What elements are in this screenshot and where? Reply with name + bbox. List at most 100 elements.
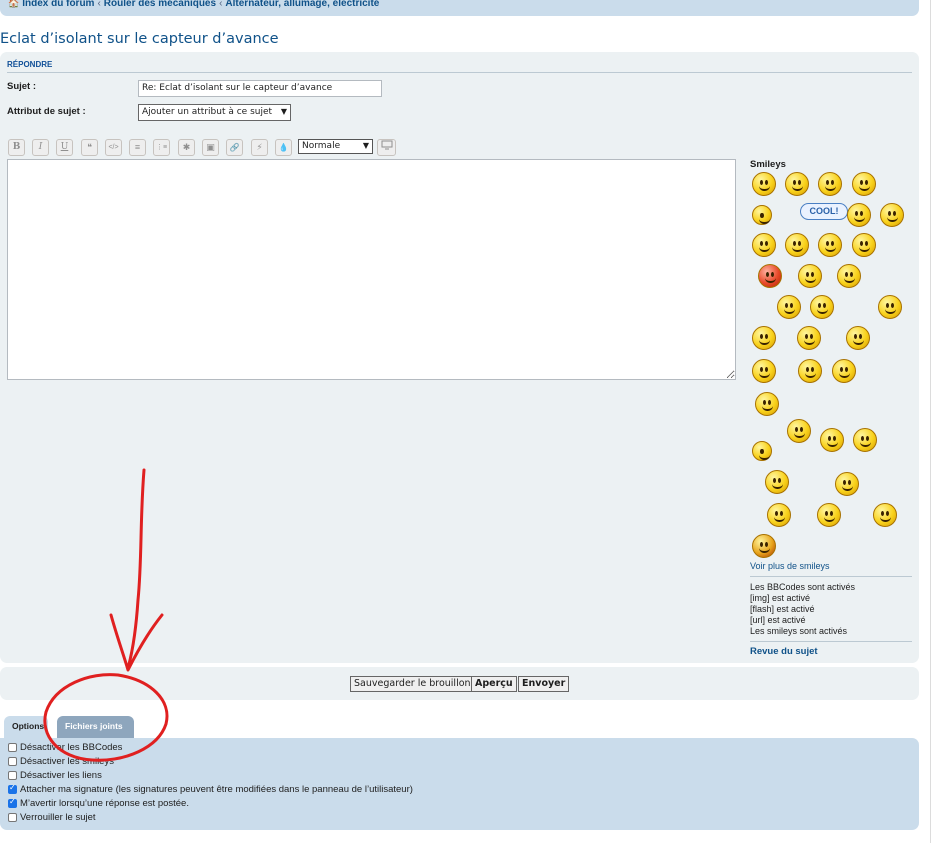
font-size-value: Normale: [302, 141, 341, 151]
font-size-select[interactable]: Normale ▼: [298, 139, 373, 154]
smiley-icon[interactable]: [755, 392, 779, 416]
numbered-list-button[interactable]: ⋮≡: [153, 139, 170, 156]
smiley-icon[interactable]: [873, 503, 897, 527]
window-edge: [930, 0, 931, 843]
option-label: Verrouiller le sujet: [20, 812, 96, 823]
topic-attribute-label: Attribut de sujet :: [7, 106, 86, 117]
quote-button[interactable]: ❝: [81, 139, 98, 156]
breadcrumb-subforum[interactable]: Alternateur, allumage, électricité: [225, 0, 379, 9]
smiley-icon[interactable]: [818, 172, 842, 196]
smiley-icon[interactable]: [852, 233, 876, 257]
smiley-icon[interactable]: [846, 326, 870, 350]
image-button[interactable]: ▣: [202, 139, 219, 156]
code-button[interactable]: </>: [105, 139, 122, 156]
breadcrumb-separator: ‹: [219, 0, 223, 9]
smiley-icon[interactable]: [852, 172, 876, 196]
smileys-status-line: Les smileys sont activés: [750, 626, 848, 636]
angel-smiley-icon[interactable]: [835, 472, 859, 496]
smiley-icon[interactable]: [777, 295, 801, 319]
smiley-icon[interactable]: [785, 233, 809, 257]
smiley-icon[interactable]: [832, 359, 856, 383]
breadcrumb-separator: ‹: [97, 0, 101, 9]
smiley-icon[interactable]: [853, 428, 877, 452]
url-status-line: [url] est activé: [750, 615, 806, 625]
shouting-smiley-icon[interactable]: [752, 534, 776, 558]
chevron-down-icon: ▼: [362, 141, 369, 150]
color-button[interactable]: 💧: [275, 139, 292, 156]
smiley-icon[interactable]: [787, 419, 811, 443]
topic-review-link[interactable]: Revue du sujet: [750, 646, 818, 657]
smiley-icon[interactable]: [752, 441, 772, 461]
flash-button[interactable]: ⚡: [251, 139, 268, 156]
smiley-icon[interactable]: [818, 233, 842, 257]
link-button[interactable]: 🔗: [226, 139, 243, 156]
more-smileys-link[interactable]: Voir plus de smileys: [750, 561, 830, 571]
section-header: RÉPONDRE: [7, 60, 912, 73]
option-disable-links[interactable]: Désactiver les liens: [8, 770, 102, 781]
smiley-icon[interactable]: [765, 470, 789, 494]
home-icon[interactable]: 🏠: [8, 0, 19, 8]
smiley-icon[interactable]: [752, 359, 776, 383]
breadcrumb-forum[interactable]: Rouler des mécaniques: [104, 0, 216, 9]
smiley-icon[interactable]: [767, 503, 791, 527]
img-status-line: [img] est activé: [750, 593, 811, 603]
underline-button[interactable]: U: [56, 139, 73, 156]
angry-smiley-icon[interactable]: [758, 264, 782, 288]
message-textarea[interactable]: [7, 159, 736, 380]
topic-attribute-value: Ajouter un attribut à ce sujet: [142, 107, 273, 117]
smiley-icon[interactable]: [752, 233, 776, 257]
monitor-icon[interactable]: [377, 139, 396, 156]
checkbox[interactable]: [8, 743, 17, 752]
divider: [750, 641, 912, 642]
smiley-icon[interactable]: [752, 172, 776, 196]
smiley-icon[interactable]: [837, 264, 861, 288]
option-label: Désactiver les liens: [20, 770, 102, 781]
smiley-icon[interactable]: [878, 295, 902, 319]
list-button[interactable]: ≡: [129, 139, 146, 156]
divider: [750, 576, 912, 577]
checkbox[interactable]: [8, 757, 17, 766]
save-draft-button[interactable]: Sauvegarder le brouillon: [350, 676, 475, 692]
smiley-icon[interactable]: [785, 172, 809, 196]
option-disable-bbcode[interactable]: Désactiver les BBCodes: [8, 742, 122, 753]
submit-button[interactable]: Envoyer: [518, 676, 570, 692]
preview-button[interactable]: Aperçu: [471, 676, 517, 692]
smiley-icon[interactable]: [880, 203, 904, 227]
smiley-icon[interactable]: [810, 295, 834, 319]
tab-attachments[interactable]: Fichiers joints: [57, 716, 134, 738]
bbcode-status: Les BBCodes sont activés [img] est activ…: [750, 582, 855, 637]
smileys-title: Smileys: [750, 159, 786, 170]
tab-options[interactable]: Options: [4, 716, 48, 738]
checkbox[interactable]: [8, 771, 17, 780]
breadcrumb-index[interactable]: Index du forum: [22, 0, 94, 9]
option-attach-signature[interactable]: Attacher ma signature (les signatures pe…: [8, 783, 413, 795]
option-label: Désactiver les BBCodes: [20, 742, 123, 753]
option-label: Désactiver les smileys: [20, 756, 114, 767]
bbcode-status-line: Les BBCodes sont activés: [750, 582, 856, 592]
smiley-icon[interactable]: [817, 503, 841, 527]
checkbox[interactable]: [8, 813, 17, 822]
smiley-icon[interactable]: [798, 264, 822, 288]
chevron-down-icon: ▼: [280, 107, 287, 116]
subject-input[interactable]: Re: Eclat d’isolant sur le capteur d’ava…: [138, 80, 382, 97]
option-disable-smileys[interactable]: Désactiver les smileys: [8, 756, 114, 767]
italic-button[interactable]: I: [32, 139, 49, 156]
option-lock-topic[interactable]: Verrouiller le sujet: [8, 812, 96, 823]
smiley-icon[interactable]: [847, 203, 871, 227]
cool-smiley-icon[interactable]: COOL!: [800, 203, 848, 220]
page-title[interactable]: Eclat d’isolant sur le capteur d’avance: [0, 31, 279, 47]
subject-label: Sujet :: [7, 81, 37, 92]
checkbox[interactable]: [8, 783, 17, 794]
smiley-icon[interactable]: [820, 428, 844, 452]
flash-status-line: [flash] est activé: [750, 604, 815, 614]
option-notify-reply[interactable]: M’avertir lorsqu’une réponse est postée.: [8, 797, 189, 809]
smiley-icon[interactable]: [752, 205, 772, 225]
breadcrumb: 🏠 Index du forum ‹ Rouler des mécaniques ‹ Al…: [0, 0, 919, 16]
smiley-icon[interactable]: [798, 359, 822, 383]
smiley-icon[interactable]: [752, 326, 776, 350]
checkbox[interactable]: [8, 797, 17, 808]
list-item-button[interactable]: ✱: [178, 139, 195, 156]
topic-attribute-select[interactable]: Ajouter un attribut à ce sujet ▼: [138, 104, 291, 121]
bold-button[interactable]: B: [8, 139, 25, 156]
smiley-icon[interactable]: [797, 326, 821, 350]
